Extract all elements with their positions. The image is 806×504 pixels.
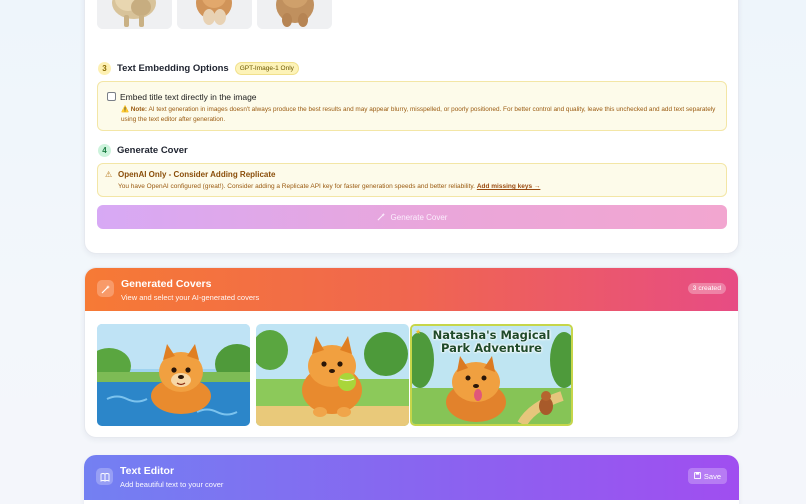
- embed-title-checkbox[interactable]: [107, 92, 116, 101]
- replicate-warning: ⚠ OpenAI Only - Consider Adding Replicat…: [97, 163, 727, 197]
- cover-title-text: Natasha's Magical Park Adventure: [412, 329, 571, 355]
- note-text: AI text generation in images doesn't alw…: [121, 106, 716, 123]
- book-icon: [96, 468, 113, 485]
- text-editor-subtitle: Add beautiful text to your cover: [120, 480, 224, 489]
- text-editor-title: Text Editor: [120, 465, 175, 477]
- generate-cover-label: Generate Cover: [390, 212, 448, 222]
- reference-photo-3[interactable]: [257, 0, 332, 29]
- generated-covers-subtitle: View and select your AI-generated covers: [121, 293, 260, 302]
- generated-covers-header: Generated Covers View and select your AI…: [85, 268, 738, 311]
- embed-note: ⚠️ Note: AI text generation in images do…: [121, 105, 721, 124]
- warning-text: You have OpenAI configured (great!). Con…: [118, 183, 540, 190]
- embed-title-label[interactable]: Embed title text directly in the image: [120, 92, 257, 102]
- save-icon: [693, 471, 701, 481]
- cover-settings-card: 3 Text Embedding Options GPT-Image-1 Onl…: [84, 0, 739, 254]
- cover-title-line-2: Park Adventure: [441, 341, 542, 355]
- warning-icon: ⚠: [105, 170, 113, 179]
- step-4-title: Generate Cover: [117, 145, 188, 156]
- covers-count-badge: 3 created: [687, 283, 726, 294]
- cover-thumbnail-1[interactable]: [97, 324, 250, 426]
- reference-photo-2[interactable]: [177, 0, 252, 29]
- reference-photo-1[interactable]: [97, 0, 172, 29]
- text-editor-header: Text Editor Add beautiful text to your c…: [84, 455, 739, 500]
- warning-title: OpenAI Only - Consider Adding Replicate: [118, 170, 276, 179]
- generated-covers-title: Generated Covers: [121, 278, 212, 290]
- warning-message: You have OpenAI configured (great!). Con…: [118, 183, 475, 190]
- embed-text-option: Embed title text directly in the image ⚠…: [97, 81, 727, 131]
- step-4-header: 4 Generate Cover: [98, 144, 188, 157]
- generate-cover-button[interactable]: Generate Cover: [97, 205, 727, 229]
- save-label: Save: [703, 471, 721, 481]
- cover-thumbnail-2[interactable]: [256, 324, 409, 426]
- add-missing-keys-link[interactable]: Add missing keys →: [477, 183, 541, 190]
- note-prefix: ⚠️ Note:: [121, 106, 148, 113]
- magic-wand-icon: [97, 280, 114, 297]
- step-3-title: Text Embedding Options: [117, 63, 229, 74]
- magic-wand-icon: [377, 212, 386, 223]
- save-button[interactable]: Save: [687, 468, 727, 484]
- step-3-number: 3: [98, 62, 111, 75]
- step-3-header: 3 Text Embedding Options GPT-Image-1 Onl…: [98, 62, 299, 75]
- generated-covers-card: Generated Covers View and select your AI…: [84, 267, 739, 438]
- gpt-image-only-badge: GPT-Image-1 Only: [234, 62, 299, 75]
- step-4-number: 4: [98, 144, 111, 157]
- cover-thumbnail-3[interactable]: ★ Natasha's Magical Park Adventure: [410, 324, 573, 426]
- text-editor-card: Text Editor Add beautiful text to your c…: [84, 455, 739, 504]
